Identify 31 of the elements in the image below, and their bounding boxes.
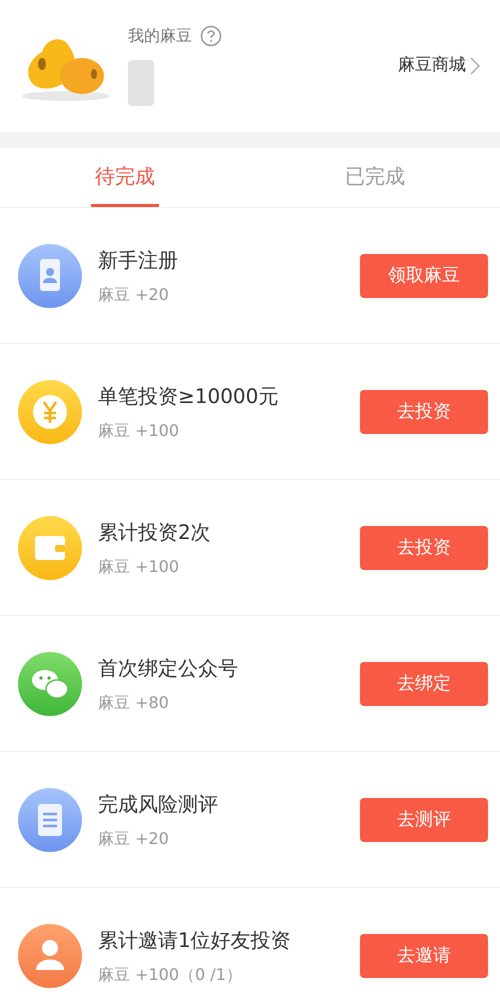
chevron-right-icon <box>470 57 480 75</box>
document-icon <box>18 788 82 852</box>
task-title: 新手注册 <box>98 246 179 274</box>
action-button[interactable]: 去邀请 <box>360 934 488 978</box>
tab[interactable]: 已完成 <box>341 148 409 207</box>
action-button[interactable]: 去绑定 <box>360 662 488 706</box>
action-button[interactable]: 去测评 <box>360 798 488 842</box>
reward-text: 麻豆 +20 <box>98 284 170 306</box>
tab[interactable]: 待完成 <box>91 148 159 207</box>
reward-text: 麻豆 +20 <box>98 828 170 850</box>
task-title: 累计投资2次 <box>98 518 212 546</box>
task-title: 首次绑定公众号 <box>98 654 239 682</box>
action-button[interactable]: 去投资 <box>360 526 488 570</box>
reward-text: 麻豆 +100 <box>98 556 180 578</box>
wallet-icon <box>18 516 82 580</box>
chat-bubbles-icon <box>18 652 82 716</box>
task-title: 累计邀请1位好友投资 <box>98 926 292 954</box>
person-icon <box>18 924 82 988</box>
redacted-value <box>128 60 154 106</box>
action-button[interactable]: 领取麻豆 <box>360 254 488 298</box>
yen-coin-icon <box>18 380 82 444</box>
action-button[interactable]: 去投资 <box>360 390 488 434</box>
task-title: 单笔投资≥10000元 <box>98 382 280 410</box>
help-icon[interactable] <box>200 25 222 47</box>
balance-label: 我的麻豆 <box>128 25 192 47</box>
reward-text: 麻豆 +100 <box>98 420 180 442</box>
shop-link[interactable]: 麻豆商城 <box>398 53 480 79</box>
phone-icon <box>18 244 82 308</box>
task-title: 完成风险测评 <box>98 790 219 818</box>
reward-text: 麻豆 +100（0 /1） <box>98 964 243 986</box>
reward-text: 麻豆 +80 <box>98 692 170 714</box>
